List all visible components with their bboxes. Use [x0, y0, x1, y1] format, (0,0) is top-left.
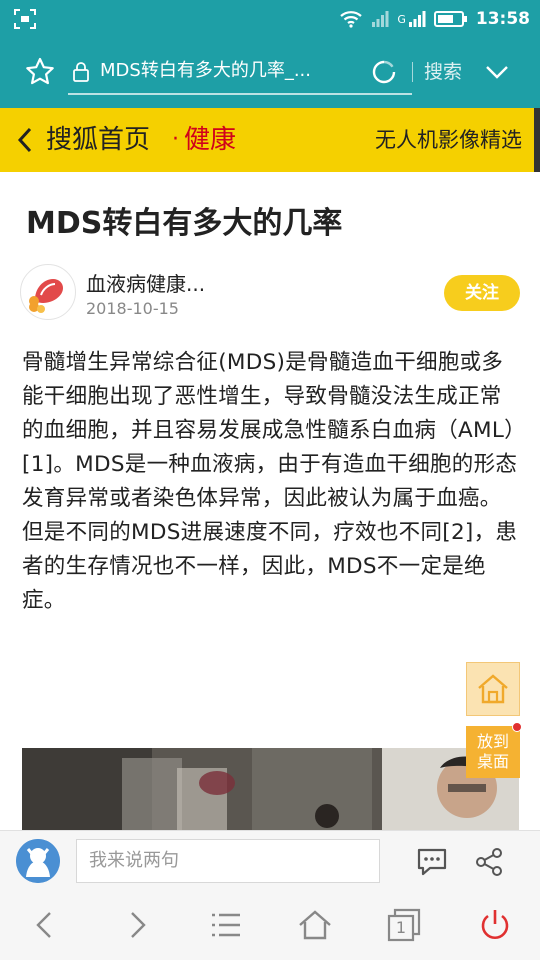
back-icon[interactable]	[28, 907, 64, 943]
photo-illustration	[22, 748, 519, 832]
back-chevron-icon[interactable]	[12, 124, 38, 156]
battery-icon	[433, 11, 467, 27]
lock-icon	[73, 62, 89, 82]
add-to-desktop-button[interactable]: 放到 桌面	[466, 726, 520, 778]
clock: 13:58	[475, 9, 530, 29]
author-name[interactable]: 血液病健康...	[86, 268, 205, 297]
follow-button[interactable]: 关注	[444, 275, 520, 311]
notification-dot	[512, 722, 522, 732]
comment-input[interactable]: 我来说两句	[76, 839, 380, 883]
promo-link[interactable]: 无人机影像精选	[375, 122, 522, 158]
url-text[interactable]: MDS转白有多大的几率_...	[100, 56, 348, 86]
search-button[interactable]: 搜索	[424, 56, 462, 88]
home-icon[interactable]	[297, 907, 333, 943]
share-icon[interactable]	[474, 847, 504, 877]
category-link[interactable]: 健康	[184, 122, 236, 158]
bottom-nav: 1	[0, 890, 540, 960]
signal-icon	[408, 11, 426, 27]
comment-icon[interactable]	[416, 847, 448, 877]
user-avatar[interactable]	[16, 839, 60, 883]
screenshot-icon	[14, 9, 36, 29]
wifi-icon	[340, 11, 363, 28]
avatar-logo-icon	[22, 266, 74, 318]
power-icon[interactable]	[477, 907, 513, 943]
scroll-edge	[534, 108, 540, 172]
avatar-icon	[16, 839, 60, 883]
article-image[interactable]	[22, 748, 519, 832]
network-type-label: G	[397, 12, 406, 26]
url-underline	[68, 93, 412, 95]
refresh-icon[interactable]	[368, 56, 400, 88]
address-bar: MDS转白有多大的几率_... 搜索	[0, 38, 540, 108]
separator	[412, 62, 413, 82]
tabs-button[interactable]: 1	[386, 907, 422, 943]
publish-date: 2018-10-15	[86, 299, 179, 318]
menu-icon[interactable]	[208, 907, 244, 943]
author-avatar[interactable]	[20, 264, 76, 320]
star-icon[interactable]	[24, 56, 56, 88]
status-bar: G 13:58	[0, 0, 540, 38]
channel-bar: 搜狐首页 · 健康 无人机影像精选	[0, 108, 540, 172]
tab-count: 1	[395, 918, 407, 937]
float-home-button[interactable]	[466, 662, 520, 716]
article-title: MDS转白有多大的几率	[26, 206, 343, 241]
add-to-desktop-label: 放到 桌面	[476, 732, 509, 771]
signal-icon	[372, 11, 389, 27]
comment-bar: 我来说两句	[0, 830, 540, 891]
brand-separator: ·	[172, 127, 179, 152]
author-row: 血液病健康... 2018-10-15 关注	[20, 264, 520, 322]
home-icon	[478, 674, 508, 704]
chevron-down-icon[interactable]	[484, 60, 510, 84]
brand-home-link[interactable]: 搜狐首页	[46, 122, 150, 158]
forward-icon[interactable]	[118, 907, 154, 943]
article-body: 骨髓增生异常综合征(MDS)是骨髓造血干细胞或多能干细胞出现了恶性增生，导致骨髓…	[22, 350, 518, 613]
